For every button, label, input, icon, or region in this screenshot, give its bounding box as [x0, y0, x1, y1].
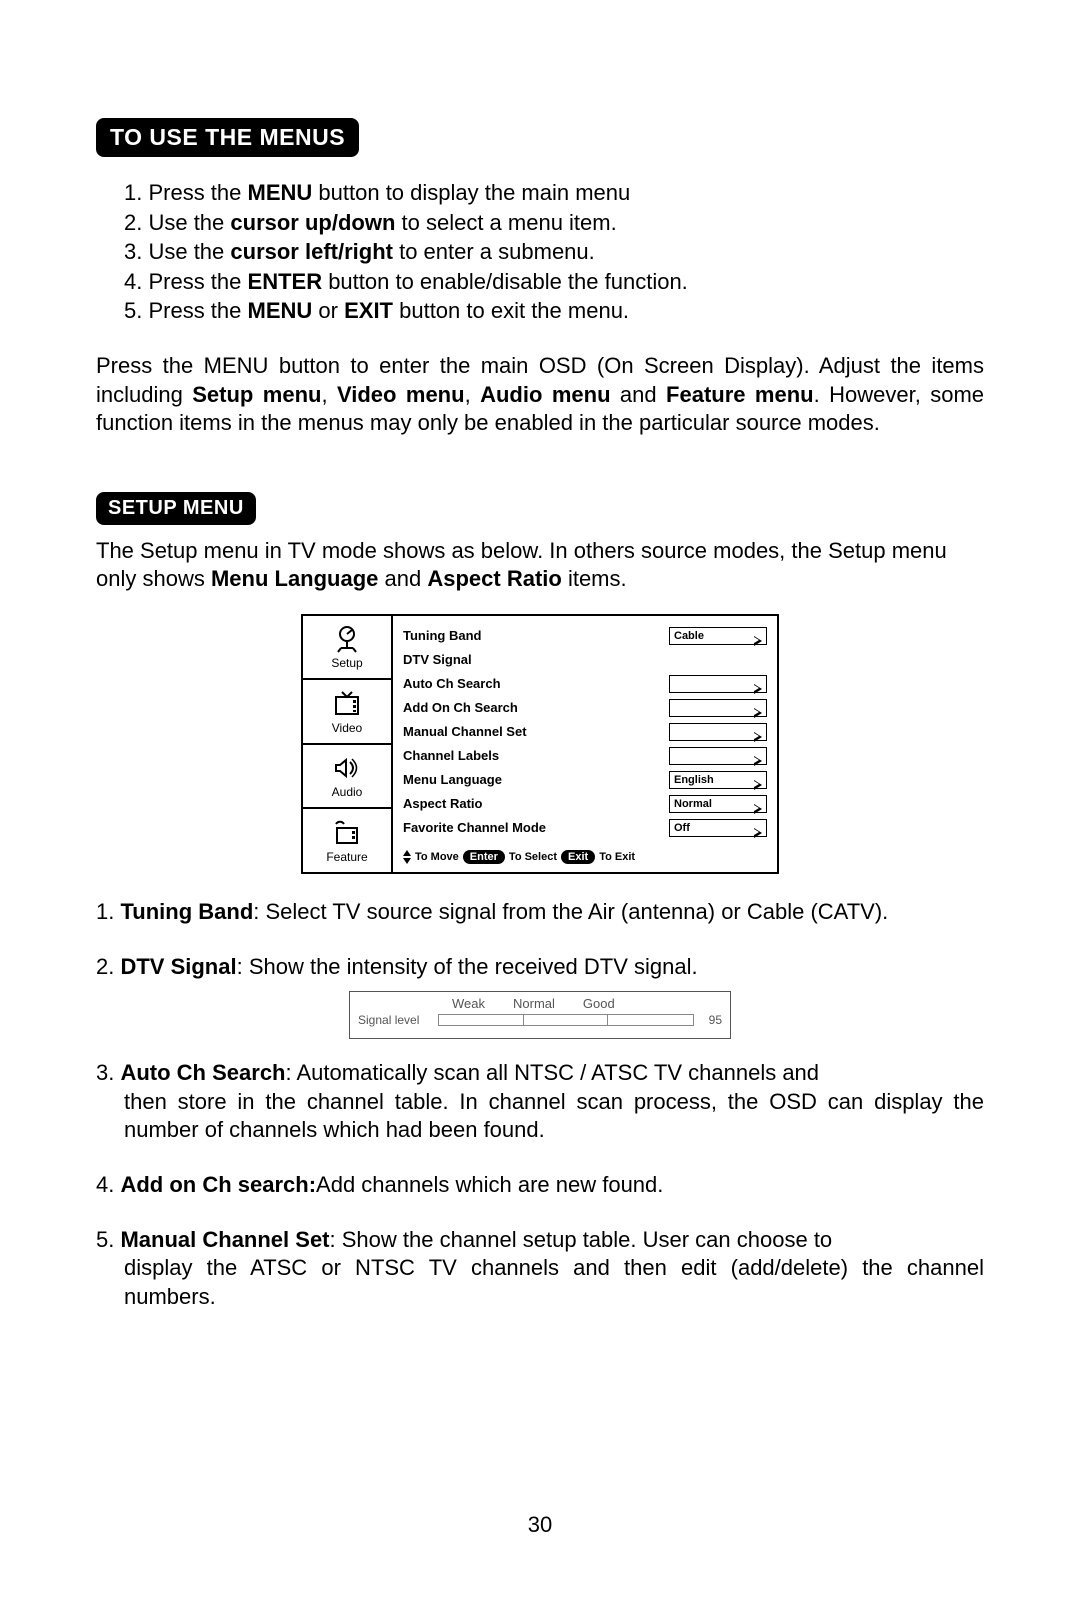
chevron-right-icon: [754, 775, 762, 785]
osd-row-label: Add On Ch Search: [403, 700, 669, 715]
osd-row-channel-labels[interactable]: Channel Labels: [403, 744, 767, 768]
osd-value-favorite-channel[interactable]: Off: [669, 819, 767, 837]
osd-row-aspect-ratio[interactable]: Aspect Ratio Normal: [403, 792, 767, 816]
osd-row-menu-language[interactable]: Menu Language English: [403, 768, 767, 792]
osd-row-label: Channel Labels: [403, 748, 669, 763]
osd-row-label: DTV Signal: [403, 652, 767, 667]
osd-tab-audio[interactable]: Audio: [303, 745, 391, 810]
heading-to-use-menus: TO USE THE MENUS: [96, 118, 359, 157]
setup-description: The Setup menu in TV mode shows as below…: [96, 537, 984, 594]
osd-tab-setup[interactable]: Setup: [303, 616, 391, 681]
chevron-right-icon: [754, 751, 762, 761]
step-1: 1. Press the MENU button to display the …: [124, 179, 984, 208]
page-number: 30: [0, 1512, 1080, 1538]
enter-key-icon: Enter: [463, 850, 505, 864]
osd-footer: To Move Enter To Select Exit To Exit: [403, 846, 767, 864]
detail-list-2: 3. Auto Ch Search: Automatically scan al…: [96, 1059, 984, 1311]
up-down-arrows-icon: [403, 850, 411, 864]
signal-label-good: Good: [583, 996, 615, 1011]
osd-row-favorite-channel[interactable]: Favorite Channel Mode Off: [403, 816, 767, 840]
osd-paragraph: Press the MENU button to enter the main …: [96, 352, 984, 438]
osd-footer-select: To Select: [509, 851, 557, 863]
osd-tab-video-label: Video: [332, 721, 362, 735]
osd-row-label: Menu Language: [403, 772, 669, 787]
osd-row-label: Manual Channel Set: [403, 724, 669, 739]
osd-tab-feature[interactable]: Feature: [303, 809, 391, 872]
osd-row-label: Aspect Ratio: [403, 796, 669, 811]
osd-row-add-on-ch[interactable]: Add On Ch Search: [403, 696, 767, 720]
signal-level-bar: [438, 1014, 694, 1026]
signal-level-label: Signal level: [358, 1013, 438, 1027]
osd-row-label: Favorite Channel Mode: [403, 820, 669, 835]
signal-level-panel: Weak Normal Good Signal level 95: [349, 991, 731, 1039]
step-4: 4. Press the ENTER button to enable/disa…: [124, 268, 984, 297]
chevron-right-icon: [754, 703, 762, 713]
osd-tab-setup-label: Setup: [331, 656, 362, 670]
detail-3: 3. Auto Ch Search: Automatically scan al…: [96, 1059, 984, 1145]
step-5: 5. Press the MENU or EXIT button to exit…: [124, 297, 984, 326]
hand-tv-icon: [330, 818, 364, 848]
chevron-right-icon: [754, 727, 762, 737]
osd-row-dtv-signal[interactable]: DTV Signal: [403, 648, 767, 672]
osd-tab-video[interactable]: Video: [303, 680, 391, 745]
chevron-right-icon: [754, 823, 762, 833]
osd-row-manual-channel[interactable]: Manual Channel Set: [403, 720, 767, 744]
osd-value-auto-ch[interactable]: [669, 675, 767, 693]
detail-4: 4. Add on Ch search:Add channels which a…: [96, 1171, 984, 1200]
osd-row-label: Tuning Band: [403, 628, 669, 643]
detail-5: 5. Manual Channel Set: Show the channel …: [96, 1226, 984, 1312]
instruction-list: 1. Press the MENU button to display the …: [96, 179, 984, 326]
step-3: 3. Use the cursor left/right to enter a …: [124, 238, 984, 267]
chevron-right-icon: [754, 631, 762, 641]
osd-row-tuning-band[interactable]: Tuning Band Cable: [403, 624, 767, 648]
osd-setup-menu: Setup Video Audio: [301, 614, 779, 874]
osd-footer-move: To Move: [415, 851, 459, 863]
step-2: 2. Use the cursor up/down to select a me…: [124, 209, 984, 238]
osd-tab-feature-label: Feature: [326, 850, 367, 864]
detail-list: 1. Tuning Band: Select TV source signal …: [96, 898, 984, 981]
signal-label-normal: Normal: [513, 996, 555, 1011]
osd-value-add-on-ch[interactable]: [669, 699, 767, 717]
heading-setup-menu: SETUP MENU: [96, 492, 256, 525]
osd-footer-toexit: To Exit: [599, 851, 635, 863]
exit-key-icon: Exit: [561, 850, 595, 864]
tv-icon: [330, 689, 364, 719]
osd-sidebar: Setup Video Audio: [303, 616, 393, 872]
osd-value-manual-ch[interactable]: [669, 723, 767, 741]
chevron-right-icon: [754, 679, 762, 689]
signal-level-value: 95: [694, 1013, 722, 1027]
osd-value-aspect-ratio[interactable]: Normal: [669, 795, 767, 813]
detail-1: 1. Tuning Band: Select TV source signal …: [96, 898, 984, 927]
osd-value-menu-language[interactable]: English: [669, 771, 767, 789]
signal-label-weak: Weak: [452, 996, 485, 1011]
osd-value-tuning-band[interactable]: Cable: [669, 627, 767, 645]
osd-row-auto-ch-search[interactable]: Auto Ch Search: [403, 672, 767, 696]
detail-2: 2. DTV Signal: Show the intensity of the…: [96, 953, 984, 982]
antenna-icon: [330, 624, 364, 654]
osd-row-label: Auto Ch Search: [403, 676, 669, 691]
speaker-icon: [330, 753, 364, 783]
chevron-right-icon: [754, 799, 762, 809]
osd-value-channel-labels[interactable]: [669, 747, 767, 765]
osd-tab-audio-label: Audio: [332, 785, 363, 799]
osd-main: Tuning Band Cable DTV Signal Auto Ch Sea…: [393, 616, 777, 872]
